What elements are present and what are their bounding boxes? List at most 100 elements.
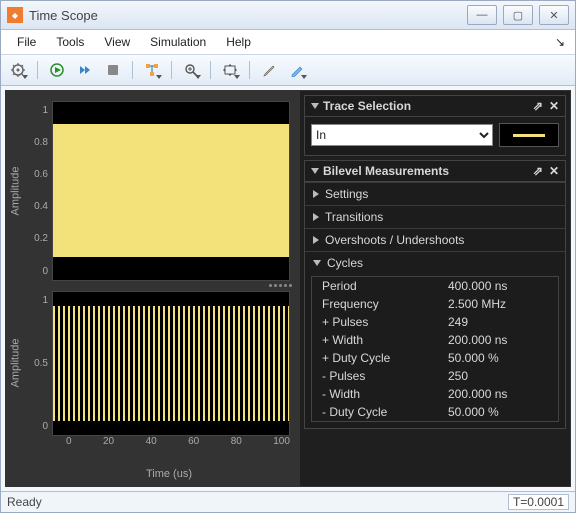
minimize-button[interactable]: — (467, 5, 497, 25)
menu-simulation[interactable]: Simulation (140, 33, 216, 51)
plots-region: Amplitude 1 0.8 0.6 0.4 0.2 0 (6, 91, 300, 486)
chevron-right-icon (313, 236, 319, 244)
highlight-icon (262, 63, 276, 77)
chevron-down-icon (156, 75, 162, 79)
section-cycles[interactable]: Cycles (305, 251, 565, 274)
cell: 50.000 % (448, 405, 548, 419)
section-label: Cycles (327, 256, 363, 270)
highlight-button[interactable] (256, 58, 282, 82)
cell: 200.000 ns (448, 387, 548, 401)
collapse-icon (311, 168, 319, 174)
trace-select-input[interactable]: In (311, 124, 493, 146)
cell: + Width (322, 333, 448, 347)
cell: 50.000 % (448, 351, 548, 365)
window-title: Time Scope (29, 8, 467, 23)
chevron-right-icon (313, 190, 319, 198)
stop-button[interactable] (100, 58, 126, 82)
table-row: + Pulses249 (312, 313, 558, 331)
trace-selection-title: Trace Selection (323, 99, 411, 113)
x-axis-label: Time (us) (6, 468, 290, 482)
menu-arrow-icon[interactable]: ↘ (555, 35, 565, 49)
scale-button[interactable] (217, 58, 243, 82)
ytick: 0.4 (24, 201, 48, 212)
cell: + Pulses (322, 315, 448, 329)
table-row: - Width200.000 ns (312, 385, 558, 403)
cycles-table: Period400.000 ns Frequency2.500 MHz + Pu… (311, 276, 559, 422)
toolbar (1, 55, 575, 86)
signal-config-button[interactable] (139, 58, 165, 82)
run-button[interactable] (44, 58, 70, 82)
chevron-down-icon (22, 75, 28, 79)
trace-color-swatch[interactable] (499, 123, 559, 147)
plot-top[interactable]: Amplitude 1 0.8 0.6 0.4 0.2 0 (6, 91, 300, 281)
menubar: File Tools View Simulation Help ↘ (1, 30, 575, 55)
table-row: Period400.000 ns (312, 277, 558, 295)
ytick: 0 (24, 266, 48, 277)
table-row: - Duty Cycle50.000 % (312, 403, 558, 421)
close-icon[interactable]: ✕ (549, 164, 559, 178)
cell: 400.000 ns (448, 279, 548, 293)
x-ticks: 0 20 40 60 80 100 (6, 436, 300, 468)
xtick: 60 (188, 436, 199, 447)
chevron-down-icon (195, 75, 201, 79)
trace-selection-header[interactable]: Trace Selection ⇗ ✕ (304, 95, 566, 117)
config-button[interactable] (5, 58, 31, 82)
window-controls: — ▢ ✕ (467, 5, 569, 25)
window: ◆ Time Scope — ▢ ✕ File Tools View Simul… (0, 0, 576, 513)
bilevel-header[interactable]: Bilevel Measurements ⇗ ✕ (305, 161, 565, 182)
xtick: 40 (146, 436, 157, 447)
chevron-right-icon (313, 213, 319, 221)
splitter-dots-icon[interactable] (6, 281, 300, 291)
titlebar: ◆ Time Scope — ▢ ✕ (1, 1, 575, 30)
cell: 200.000 ns (448, 333, 548, 347)
ytick: 0.5 (24, 358, 48, 369)
close-icon[interactable]: ✕ (549, 99, 559, 113)
cell: - Width (322, 387, 448, 401)
ytick: 0.8 (24, 137, 48, 148)
section-label: Overshoots / Undershoots (325, 233, 464, 247)
undock-icon[interactable]: ⇗ (533, 99, 543, 113)
side-panels: Trace Selection ⇗ ✕ In Bilevel (300, 91, 570, 486)
section-transitions[interactable]: Transitions (305, 205, 565, 228)
xtick: 20 (103, 436, 114, 447)
plot-box-top[interactable] (52, 101, 290, 281)
ytick: 0.2 (24, 233, 48, 244)
section-label: Transitions (325, 210, 383, 224)
plot-box-bottom[interactable] (52, 291, 290, 436)
section-overshoots[interactable]: Overshoots / Undershoots (305, 228, 565, 251)
cell: 2.500 MHz (448, 297, 548, 311)
section-label: Settings (325, 187, 368, 201)
statusbar: Ready T=0.0001 (1, 491, 575, 512)
section-settings[interactable]: Settings (305, 182, 565, 205)
y-axis-label-top: Amplitude (9, 166, 21, 215)
stop-icon (107, 64, 119, 76)
zoom-button[interactable] (178, 58, 204, 82)
plot-bottom[interactable]: Amplitude 1 0.5 0 (6, 291, 300, 436)
xtick: 80 (231, 436, 242, 447)
ytick: 0.6 (24, 169, 48, 180)
status-time: T=0.0001 (508, 494, 569, 510)
step-button[interactable] (72, 58, 98, 82)
annotate-button[interactable] (284, 58, 310, 82)
menu-help[interactable]: Help (216, 33, 261, 51)
step-icon (78, 63, 92, 77)
menu-file[interactable]: File (7, 33, 46, 51)
maximize-button[interactable]: ▢ (503, 5, 533, 25)
y-ticks-top: 1 0.8 0.6 0.4 0.2 0 (24, 101, 52, 281)
chevron-down-icon (234, 75, 240, 79)
main-area: Amplitude 1 0.8 0.6 0.4 0.2 0 (5, 90, 571, 487)
menu-tools[interactable]: Tools (46, 33, 94, 51)
menu-view[interactable]: View (94, 33, 140, 51)
cell: Frequency (322, 297, 448, 311)
table-row: + Duty Cycle50.000 % (312, 349, 558, 367)
status-ready: Ready (7, 495, 42, 509)
close-button[interactable]: ✕ (539, 5, 569, 25)
bilevel-panel: Bilevel Measurements ⇗ ✕ Settings Transi… (304, 160, 566, 429)
xtick: 100 (273, 436, 290, 447)
table-row: + Width200.000 ns (312, 331, 558, 349)
undock-icon[interactable]: ⇗ (533, 164, 543, 178)
chevron-down-icon (313, 260, 321, 266)
cell: 250 (448, 369, 548, 383)
y-axis-label-bottom: Amplitude (9, 339, 21, 388)
table-row: - Pulses250 (312, 367, 558, 385)
